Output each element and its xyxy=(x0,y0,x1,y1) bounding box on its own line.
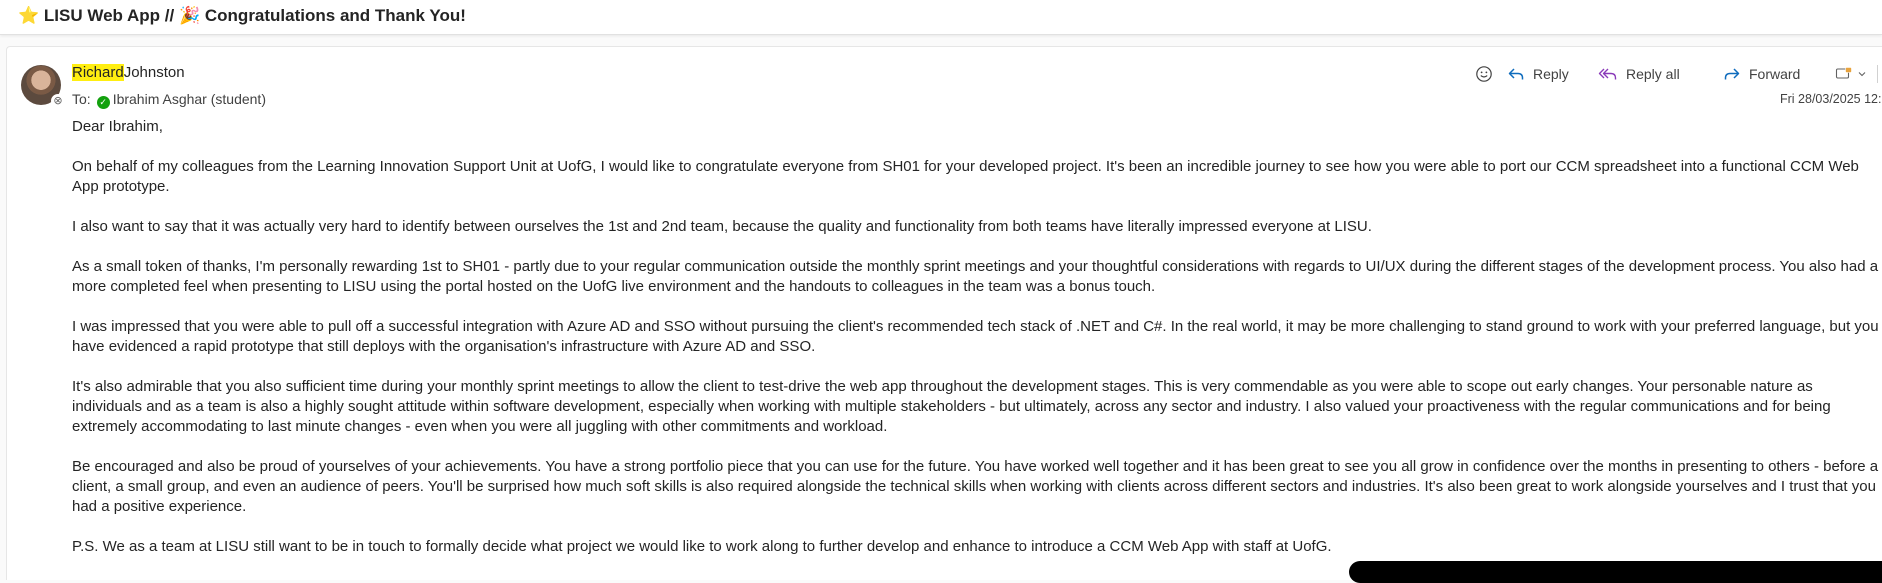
to-label: To: xyxy=(72,91,91,107)
reply-label: Reply xyxy=(1533,66,1569,82)
toolbar-divider xyxy=(1877,65,1878,83)
subject-text: Congratulations and Thank You! xyxy=(204,6,466,25)
subject-prefix: LISU Web App // xyxy=(43,6,175,25)
reply-all-button[interactable]: Reply all xyxy=(1598,61,1680,87)
message-card: ⊗ RichardJohnston To: ✓ Ibrahim Asghar (st… xyxy=(6,46,1882,580)
avatar[interactable]: ⊗ xyxy=(21,65,65,108)
reply-all-icon xyxy=(1598,68,1617,80)
emoji-reaction-button[interactable] xyxy=(1475,61,1493,87)
star-icon: ⭐ xyxy=(18,6,40,25)
subject-bar: ⭐ LISU Web App // 🎉 Congratulations and … xyxy=(0,0,1882,35)
app-card-icon xyxy=(1835,67,1852,79)
apps-dropdown-button[interactable] xyxy=(1835,61,1867,87)
sender-first-name: Richard xyxy=(72,64,124,81)
body-paragraph-7: P.S. We as a team at LISU still want to … xyxy=(72,538,1332,555)
recipient-line: To: ✓ Ibrahim Asghar (student) xyxy=(72,91,266,109)
sender-last-name: Johnston xyxy=(123,64,185,81)
body-paragraph-2: I also want to say that it was actually … xyxy=(72,218,1372,235)
body-paragraph-1: On behalf of my colleagues from the Lear… xyxy=(72,158,1859,195)
body-paragraph-6: Be encouraged and also be proud of yours… xyxy=(72,458,1879,515)
party-popper-icon: 🎉 xyxy=(178,6,201,25)
message-timestamp: Fri 28/03/2025 12:1 xyxy=(1780,92,1882,106)
presence-unknown-icon: ⊗ xyxy=(51,94,65,108)
forward-icon xyxy=(1724,68,1740,80)
forward-label: Forward xyxy=(1749,66,1801,82)
forward-button[interactable]: Forward xyxy=(1723,61,1800,87)
body-paragraph-3: As a small token of thanks, I'm personal… xyxy=(72,258,1879,295)
smiley-icon xyxy=(1476,66,1492,82)
email-body: Dear Ibrahim, On behalf of my colleagues… xyxy=(72,117,1882,577)
recipient-name[interactable]: Ibrahim Asghar (student) xyxy=(113,91,266,107)
reply-button[interactable]: Reply xyxy=(1507,61,1569,87)
reply-icon xyxy=(1508,68,1524,80)
redaction-mark xyxy=(1349,561,1882,583)
presence-available-icon: ✓ xyxy=(96,96,110,109)
chevron-down-icon xyxy=(1858,72,1866,77)
body-paragraph-5: It's also admirable that you also suffic… xyxy=(72,378,1831,435)
email-subject: ⭐ LISU Web App // 🎉 Congratulations and … xyxy=(18,6,466,26)
reply-all-label: Reply all xyxy=(1626,66,1680,82)
sender-name[interactable]: RichardJohnston xyxy=(72,64,185,81)
body-paragraph-4: I was impressed that you were able to pu… xyxy=(72,318,1879,355)
greeting: Dear Ibrahim, xyxy=(72,118,163,135)
